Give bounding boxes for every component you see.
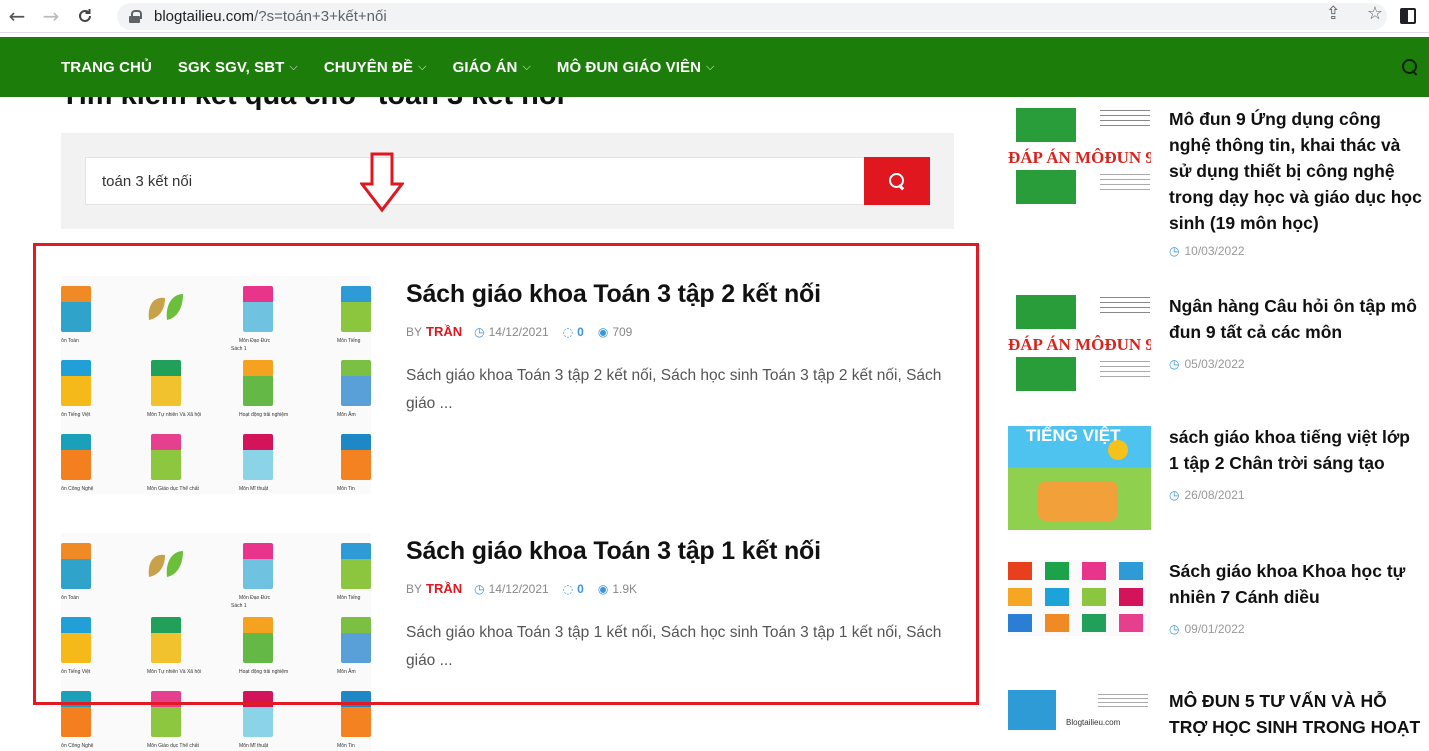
post-title[interactable]: MÔ ĐUN 5 TƯ VẤN VÀ HỖ TRỢ HỌC SINH TRONG… <box>1169 688 1424 740</box>
nav-menu: TRANG CHỦ SGK SGV, SBT ⌵ CHUYÊN ĐỀ ⌵ GIÁO ÁN ⌵… <box>61 37 740 97</box>
browser-toolbar: ← → blogtailieu.com/?s=toán+3+kết+nối ⇪ … <box>0 0 1429 33</box>
heading-clip: Tìm kiếm kết quả cho "toán 3 kết nối" <box>61 97 581 113</box>
share-icon[interactable]: ⇪ <box>1326 3 1341 24</box>
post-date-text: 05/03/2022 <box>1184 357 1245 371</box>
nav-item-label: CHUYÊN ĐỀ <box>323 58 414 76</box>
post-title[interactable]: Mô đun 9 Ứng dụng công nghệ thông tin, k… <box>1169 106 1424 236</box>
post-date: ◷ 26/08/2021 <box>1169 488 1245 502</box>
thumb-caption: ĐÁP ÁN MÔĐUN 9 <box>1008 335 1151 354</box>
post-date-text: 26/08/2021 <box>1184 488 1245 502</box>
bookmark-star-icon[interactable]: ☆ <box>1367 3 1383 24</box>
post-title[interactable]: sách giáo khoa tiếng việt lớp 1 tập 2 Ch… <box>1169 424 1424 476</box>
nav-item-label: MÔ ĐUN GIÁO VIÊN <box>556 58 702 76</box>
page-title: Tìm kiếm kết quả cho "toán 3 kết nối" <box>61 97 578 112</box>
search-panel: toán 3 kết nối <box>61 133 954 229</box>
post-thumbnail[interactable] <box>1008 560 1151 636</box>
reload-icon[interactable] <box>68 0 102 33</box>
post-date: ◷ 05/03/2022 <box>1169 357 1245 371</box>
nav-item-label: SGK SGV, SBT <box>177 58 285 76</box>
book-label: Môn Giáo dục Thể chất <box>147 743 199 749</box>
search-icon <box>889 173 905 189</box>
post-date: ◷ 09/01/2022 <box>1169 622 1245 636</box>
book-label: Môn Tin <box>337 743 355 749</box>
nav-item[interactable]: CHUYÊN ĐỀ ⌵ <box>324 59 427 76</box>
post-date-text: 10/03/2022 <box>1184 244 1245 258</box>
search-input[interactable]: toán 3 kết nối <box>85 157 865 205</box>
post-thumbnail[interactable]: ĐÁP ÁN MÔĐUN 9 <box>1008 108 1151 211</box>
post-title[interactable]: Ngân hàng Câu hỏi ôn tập mô đun 9 tất cả… <box>1169 293 1424 345</box>
back-icon[interactable]: ← <box>0 0 34 33</box>
post-date: ◷ 10/03/2022 <box>1169 244 1245 258</box>
clock-icon: ◷ <box>1169 622 1180 636</box>
annotation-highlight-box <box>33 243 979 705</box>
book-label: Môn Mĩ thuật <box>239 743 269 749</box>
chevron-down-icon: ⌵ <box>522 60 531 73</box>
nav-item[interactable]: TRANG CHỦ <box>61 59 152 76</box>
url-text: blogtailieu.com/?s=toán+3+kết+nối <box>154 8 387 25</box>
nav-item[interactable]: MÔ ĐUN GIÁO VIÊN ⌵ <box>557 59 715 76</box>
chevron-down-icon: ⌵ <box>289 60 298 73</box>
post-thumbnail[interactable]: Blogtailieu.com <box>1008 690 1151 730</box>
book-label: Môn Công Nghệ <box>61 743 94 749</box>
thumb-caption: TIẾNG VIỆT <box>1026 426 1121 445</box>
clock-icon: ◷ <box>1169 244 1180 258</box>
nav-item-label: GIÁO ÁN <box>452 58 518 76</box>
lock-icon <box>129 10 142 23</box>
site-navbar: TRANG CHỦ SGK SGV, SBT ⌵ CHUYÊN ĐỀ ⌵ GIÁO ÁN ⌵… <box>0 37 1429 97</box>
post-date-text: 09/01/2022 <box>1184 622 1245 636</box>
post-thumbnail[interactable]: ĐÁP ÁN MÔĐUN 9 <box>1008 295 1151 398</box>
chevron-down-icon: ⌵ <box>706 60 715 73</box>
annotation-arrow-icon <box>360 152 404 213</box>
chevron-down-icon: ⌵ <box>418 60 427 73</box>
post-title[interactable]: Sách giáo khoa Khoa học tự nhiên 7 Cánh … <box>1169 558 1424 610</box>
clock-icon: ◷ <box>1169 488 1180 502</box>
side-panel-icon[interactable] <box>1400 8 1416 24</box>
thumb-caption: ĐÁP ÁN MÔĐUN 9 <box>1008 148 1151 167</box>
nav-item[interactable]: GIÁO ÁN ⌵ <box>453 59 531 76</box>
post-thumbnail[interactable]: TIẾNG VIỆT <box>1008 426 1151 530</box>
thumb-caption: Blogtailieu.com <box>1066 718 1121 727</box>
nav-item[interactable]: SGK SGV, SBT ⌵ <box>178 59 298 76</box>
forward-icon[interactable]: → <box>34 0 68 33</box>
search-button[interactable] <box>864 157 930 205</box>
address-bar[interactable]: blogtailieu.com/?s=toán+3+kết+nối <box>117 3 1387 30</box>
search-icon[interactable] <box>1402 59 1418 75</box>
clock-icon: ◷ <box>1169 357 1180 371</box>
nav-item-label: TRANG CHỦ <box>61 58 152 76</box>
